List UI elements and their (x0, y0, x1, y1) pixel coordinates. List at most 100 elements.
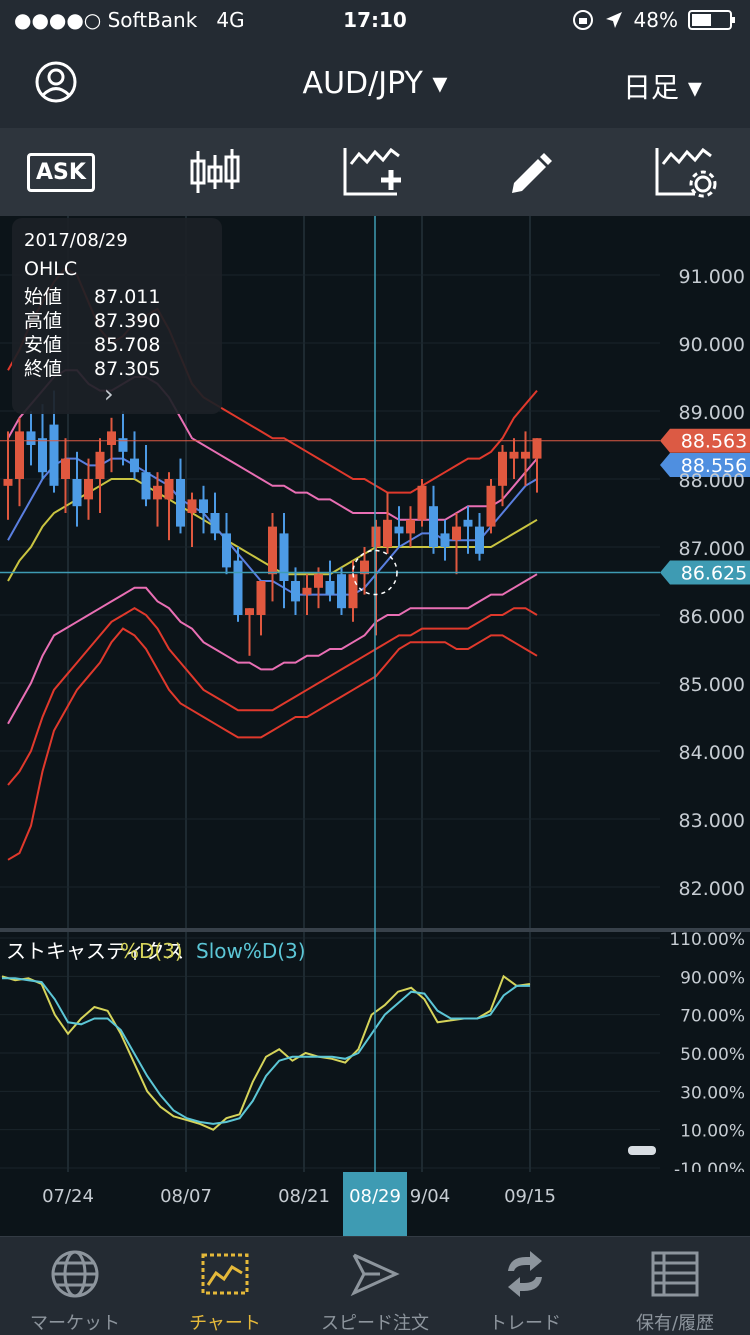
candle-body (325, 581, 335, 595)
battery-percent: 48% (633, 8, 678, 32)
pencil-icon (512, 153, 552, 193)
candle-body (463, 519, 473, 527)
tab-chart[interactable]: チャート (150, 1237, 300, 1335)
rotation-lock-icon (572, 10, 593, 30)
ohlc-panel: 2017/08/29 OHLC 始値 87.011 高値 87.390 安値 85.7… (12, 218, 222, 414)
nav-bar: AUD/JPY ▾ 日足 ▾ (0, 42, 750, 128)
price-tick-label: 91.000 (679, 266, 745, 288)
status-bar: ●●●●○ SoftBank 4G 17:10 48% (0, 0, 750, 42)
chart-type-button[interactable] (180, 138, 250, 206)
cursor-price-label: 86.625 (681, 563, 747, 585)
candle-body (176, 479, 185, 527)
ohlc-open-value: 87.011 (94, 286, 161, 308)
candle-body (486, 485, 496, 527)
candle-body (210, 513, 220, 534)
price-tick-label: 90.000 (679, 334, 745, 356)
candle-body (371, 526, 381, 547)
chart-toolbar: ASK (0, 128, 750, 216)
candle-body (222, 533, 231, 568)
tab-bar: マーケット チャート スピード注文 トレード 保有/履歴 (0, 1236, 750, 1335)
candle-body (406, 519, 415, 534)
candle-body (440, 533, 450, 547)
tab-positions-history[interactable]: 保有/履歴 (600, 1237, 750, 1335)
battery-icon (688, 10, 735, 30)
drawing-tool-button[interactable] (496, 138, 566, 206)
price-tick-label: 82.000 (679, 878, 745, 900)
history-icon (651, 1251, 699, 1297)
ohlc-close-label: 終値 (24, 358, 63, 380)
ask-label: ASK (27, 152, 95, 192)
candlestick-icon (190, 149, 240, 193)
tab-label: トレード (489, 1313, 561, 1334)
timeframe-selector[interactable]: 日足 ▾ (623, 66, 702, 106)
candle-body (452, 526, 461, 541)
candle-body (394, 526, 404, 534)
candle-body (49, 424, 59, 486)
tab-speed-order[interactable]: スピード注文 (300, 1237, 450, 1335)
globe-icon (51, 1250, 99, 1298)
ohlc-high-label: 高値 (24, 310, 63, 332)
ohlc-next-arrow[interactable]: › (104, 380, 114, 408)
date-label: 08/21 (278, 1186, 330, 1207)
candle-body (130, 458, 139, 473)
price-tick-label: 84.000 (679, 742, 745, 764)
candle-body (256, 581, 266, 615)
candle-body (26, 431, 36, 445)
stoch-tick-label: 50.00% (680, 1045, 745, 1065)
add-indicator-button[interactable] (338, 138, 408, 206)
ohlc-open-label: 始値 (24, 286, 63, 308)
price-tick-label: 86.000 (679, 606, 745, 628)
candle-body (475, 526, 484, 554)
stoch-d-legend: %D(3) (120, 939, 183, 963)
ohlc-date: 2017/08/29 (24, 230, 128, 251)
stoch-slowd-legend: Slow%D(3) (196, 939, 306, 963)
candle-body (532, 438, 542, 459)
candle-body (279, 533, 289, 581)
candle-body (61, 458, 70, 479)
candle-body (84, 479, 93, 500)
candle-body (429, 506, 438, 547)
price-tick-label: 89.000 (679, 402, 745, 424)
candle-body (187, 499, 197, 513)
candle-body (199, 499, 208, 513)
scroll-handle[interactable] (628, 1146, 656, 1155)
candle-body (498, 451, 507, 486)
stoch-tick-label: 10.00% (680, 1122, 745, 1142)
stoch-tick-label: 90.00% (680, 968, 745, 988)
price-tick-label: 83.000 (679, 810, 745, 832)
candle-body (337, 574, 346, 609)
trade-icon (508, 1251, 542, 1297)
tab-market[interactable]: マーケット (0, 1237, 150, 1335)
candle-body (15, 431, 24, 479)
candle-body (314, 574, 323, 588)
ohlc-close-value: 87.305 (94, 358, 161, 380)
candle-body (153, 485, 162, 500)
stoch-tick-label: 70.00% (680, 1007, 745, 1027)
indicator-settings-button[interactable] (650, 138, 720, 206)
tab-label: 保有/履歴 (635, 1313, 715, 1334)
candle-body (417, 485, 427, 520)
location-icon (605, 12, 622, 28)
price-tick-label: 85.000 (679, 674, 745, 696)
tab-trade[interactable]: トレード (450, 1237, 600, 1335)
date-label: 9/04 (409, 1186, 451, 1207)
cursor-date-label: 08/29 (349, 1186, 401, 1207)
stoch-tick-label: 110.00% (669, 930, 745, 950)
price-tick-label: 87.000 (679, 538, 745, 560)
candle-body (383, 519, 392, 547)
candle-body (291, 581, 300, 602)
candle-body (3, 479, 13, 486)
ask-bid-toggle-button[interactable]: ASK (26, 138, 96, 206)
date-label: 07/24 (42, 1186, 94, 1207)
add-indicator-icon (343, 147, 401, 196)
candle-body (107, 431, 116, 445)
date-label: 09/15 (504, 1186, 556, 1207)
tab-label: マーケット (30, 1313, 120, 1334)
candle-body (245, 608, 254, 615)
candle-body (348, 574, 358, 609)
cursor-date-marker: 08/29 (343, 1172, 407, 1236)
ohlc-title: OHLC (24, 258, 78, 280)
ask-price-label: 88.563 (681, 431, 747, 453)
speed-order-icon (350, 1253, 400, 1297)
ohlc-high-value: 87.390 (94, 310, 161, 332)
